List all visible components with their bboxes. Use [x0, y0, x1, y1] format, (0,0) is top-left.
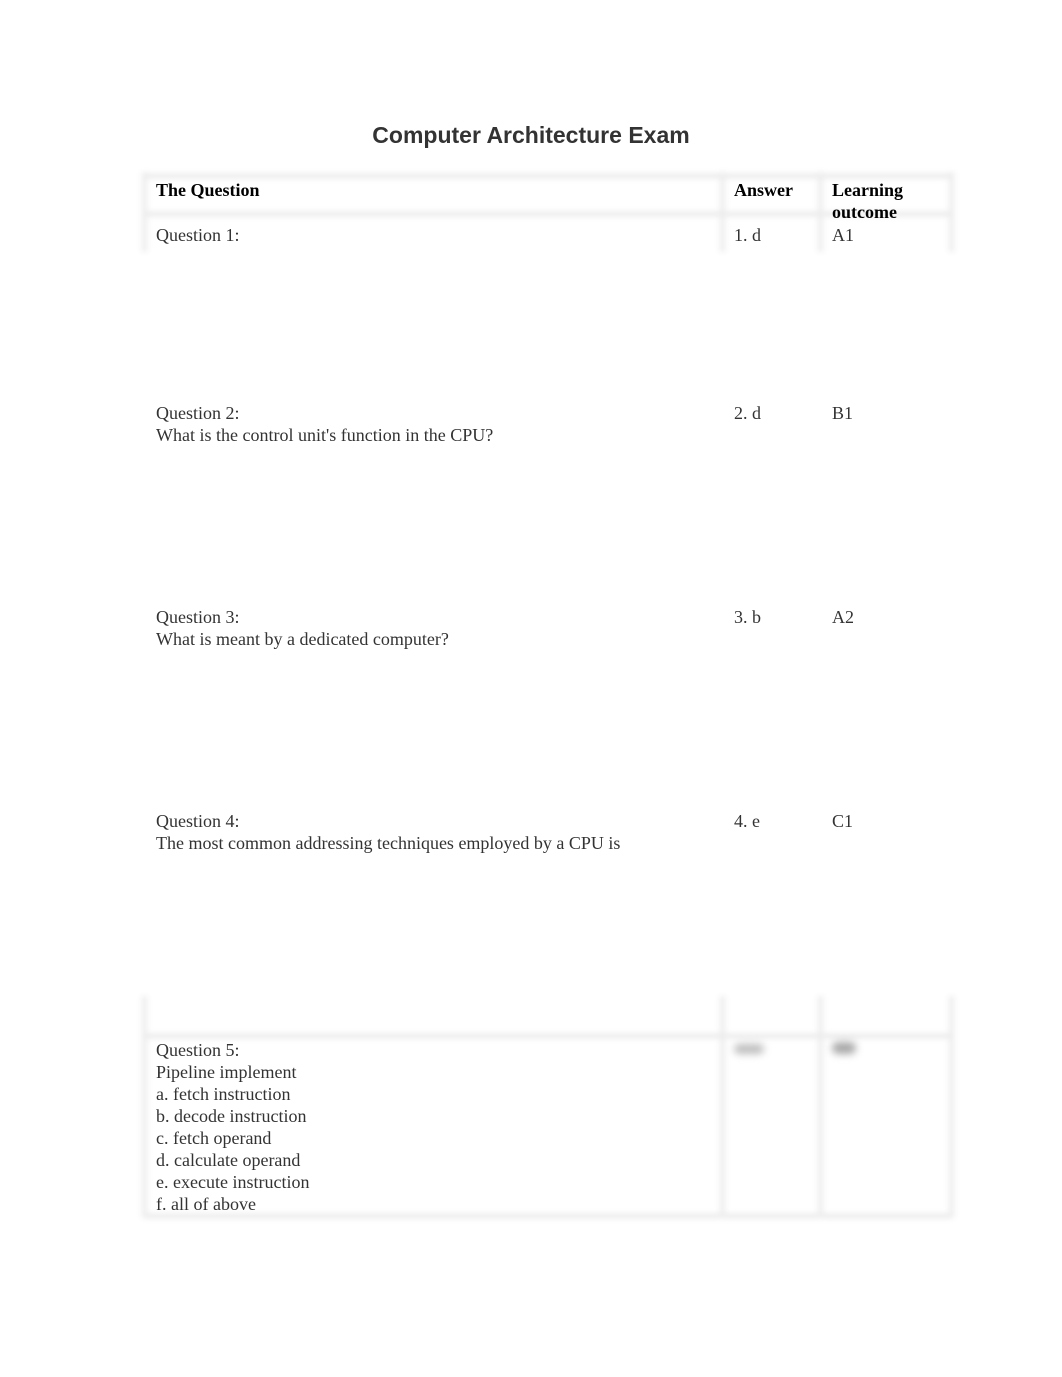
outcome-cell: A2: [832, 607, 854, 627]
outcome-cell-blurred: [832, 1042, 856, 1054]
question-label: Question 5:: [156, 1040, 240, 1060]
question-text: The most common addressing techniques em…: [156, 833, 621, 853]
question-text: What is the control unit's function in t…: [156, 425, 494, 445]
question-label: Question 3:: [156, 607, 240, 627]
table-row: Question 1:: [156, 226, 936, 251]
answer-cell: 2. d: [734, 403, 761, 423]
outcome-cell: A1: [832, 225, 854, 245]
header-question: The Question: [156, 180, 260, 200]
question-label: Question 2:: [156, 403, 240, 423]
question-text: Pipeline implement a. fetch instruction …: [156, 1062, 310, 1214]
page-title: Computer Architecture Exam: [372, 122, 690, 148]
answer-cell-blurred: [734, 1044, 764, 1054]
answer-cell: 3. b: [734, 607, 761, 627]
outcome-cell: C1: [832, 811, 854, 831]
header-answer: Answer: [734, 180, 793, 200]
answer-cell: 4. e: [734, 811, 760, 831]
question-label: Question 4:: [156, 811, 240, 831]
header-learning-outcome: Learning outcome: [832, 180, 904, 222]
answer-cell: 1. d: [734, 225, 761, 245]
question-text: What is meant by a dedicated computer?: [156, 629, 449, 649]
question-label: Question 1:: [156, 226, 240, 245]
outcome-cell: B1: [832, 403, 854, 423]
